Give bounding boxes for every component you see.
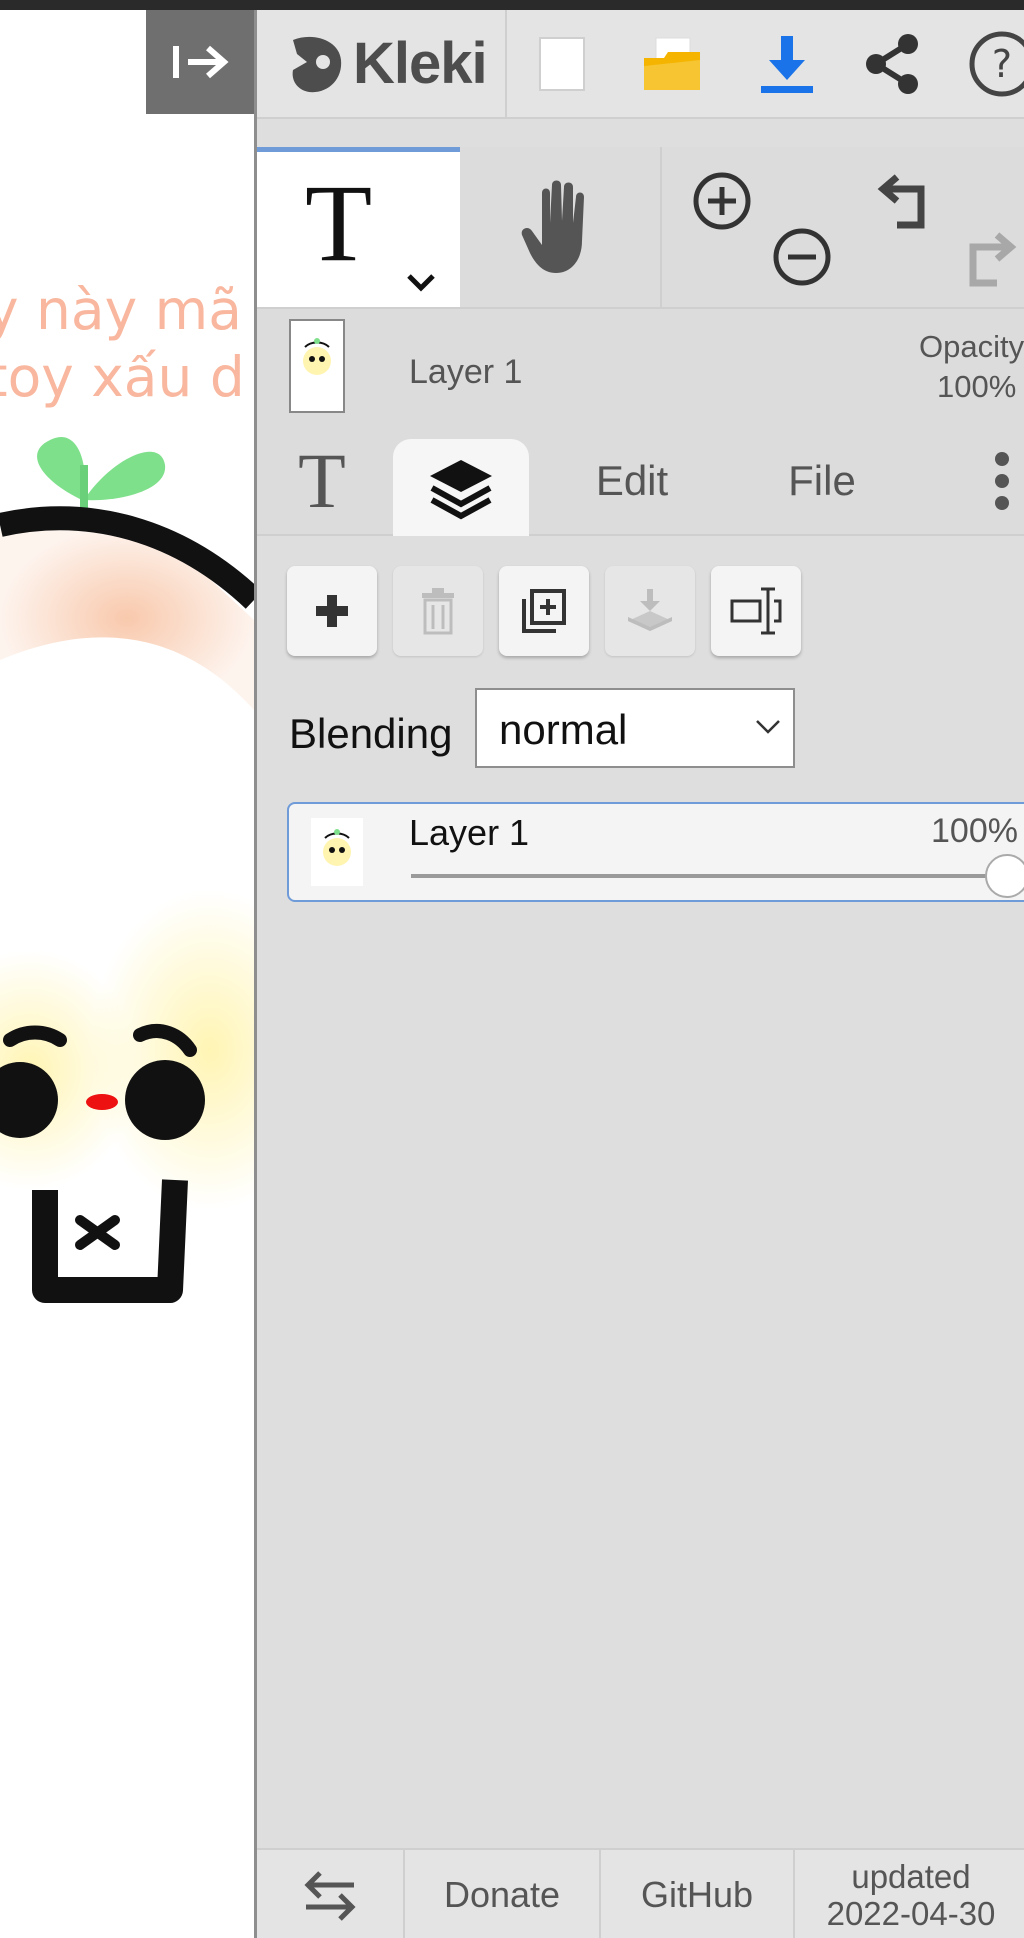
collapse-toolbar-button[interactable] (146, 10, 254, 114)
layer-preview-thumbnail (289, 319, 345, 413)
help-button[interactable]: ? (947, 10, 1024, 117)
blending-select[interactable]: normal (475, 688, 795, 768)
panel-tabs: T Edit File (257, 427, 1024, 536)
save-image-button[interactable] (732, 10, 842, 117)
layer-thumbnail-image (303, 338, 331, 375)
blending-value: normal (499, 706, 628, 753)
toolspace-panel: Kleki ? T Layer 1 Opacity 100% T Edit Fi… (254, 10, 1024, 1938)
layer-list-item[interactable]: Layer 1 100% (287, 802, 1024, 902)
tab-tool-settings[interactable]: T (257, 427, 387, 534)
new-image-icon (539, 36, 585, 91)
layer-item-name: Layer 1 (409, 812, 530, 853)
new-image-button[interactable] (507, 10, 617, 117)
tab-more[interactable] (977, 427, 1024, 534)
zoom-in-icon[interactable] (690, 169, 760, 239)
delete-layer-button[interactable] (393, 566, 483, 656)
merge-down-icon (628, 589, 672, 631)
add-layer-button[interactable] (287, 566, 377, 656)
help-icon: ? (969, 31, 1024, 96)
swap-arrows-icon (304, 1871, 356, 1921)
drawing-canvas[interactable]: y này mã s toy xấu d (0, 10, 254, 1938)
kleki-bird-icon (292, 36, 342, 92)
open-image-button[interactable] (617, 10, 727, 117)
tool-row: T (257, 147, 1024, 309)
github-link[interactable]: GitHub (601, 1850, 795, 1938)
rename-layer-button[interactable] (711, 566, 801, 656)
chevron-down-icon (756, 720, 780, 734)
canvas-drawing (0, 436, 254, 1303)
opacity-label: Opacity (919, 329, 1024, 364)
redo-icon[interactable] (947, 227, 1017, 297)
duplicate-layer-button[interactable] (499, 566, 589, 656)
open-folder-icon (644, 37, 700, 90)
updated-label: updated (851, 1858, 971, 1895)
more-vertical-icon (995, 451, 1009, 510)
donate-link[interactable]: Donate (405, 1850, 601, 1938)
blending-label: Blending (289, 710, 453, 757)
zoom-out-icon[interactable] (770, 225, 840, 295)
history-controls (857, 147, 1024, 307)
layer-item-opacity: 100% (931, 812, 1018, 850)
updated-date: 2022-04-30 (826, 1895, 996, 1932)
kleki-logo[interactable]: Kleki (257, 10, 507, 117)
hand-tool-button[interactable] (460, 147, 662, 307)
panel-footer: Donate GitHub updated 2022-04-30 (257, 1848, 1024, 1938)
layer-item-thumbnail (311, 818, 363, 886)
layer-actions (287, 566, 887, 660)
app-header: Kleki ? (257, 10, 1024, 119)
text-tool-icon: T (305, 162, 373, 284)
layers-icon (430, 459, 492, 519)
swap-side-button[interactable] (257, 1850, 405, 1938)
plus-icon (316, 595, 348, 627)
layer-thumbnail-image (323, 829, 351, 866)
merge-layer-button[interactable] (605, 566, 695, 656)
share-icon (866, 33, 918, 94)
logo-text: Kleki (353, 31, 488, 96)
updated-info[interactable]: updated 2022-04-30 (795, 1850, 1024, 1938)
rename-icon (730, 587, 782, 635)
share-button[interactable] (837, 10, 947, 117)
undo-icon[interactable] (877, 169, 947, 239)
layer-opacity-slider-knob[interactable] (985, 854, 1024, 898)
svg-text:?: ? (992, 42, 1012, 86)
tab-edit[interactable]: Edit (557, 427, 707, 534)
duplicate-icon (522, 589, 566, 633)
layer-opacity-slider[interactable] (411, 874, 1011, 878)
status-bar-edge (0, 0, 1024, 10)
chevron-down-icon[interactable] (403, 270, 439, 294)
hand-icon (521, 180, 584, 273)
current-layer-info[interactable]: Layer 1 Opacity 100% (257, 309, 1024, 427)
zoom-controls (662, 147, 852, 307)
tab-file[interactable]: File (757, 427, 887, 534)
text-tool-button[interactable]: T (257, 147, 460, 307)
tab-layers[interactable] (393, 439, 529, 536)
download-icon (761, 35, 813, 93)
collapse-arrow-icon (173, 45, 229, 79)
opacity-value: 100% (937, 369, 1017, 404)
current-layer-name: Layer 1 (409, 353, 523, 391)
trash-icon (422, 588, 454, 635)
